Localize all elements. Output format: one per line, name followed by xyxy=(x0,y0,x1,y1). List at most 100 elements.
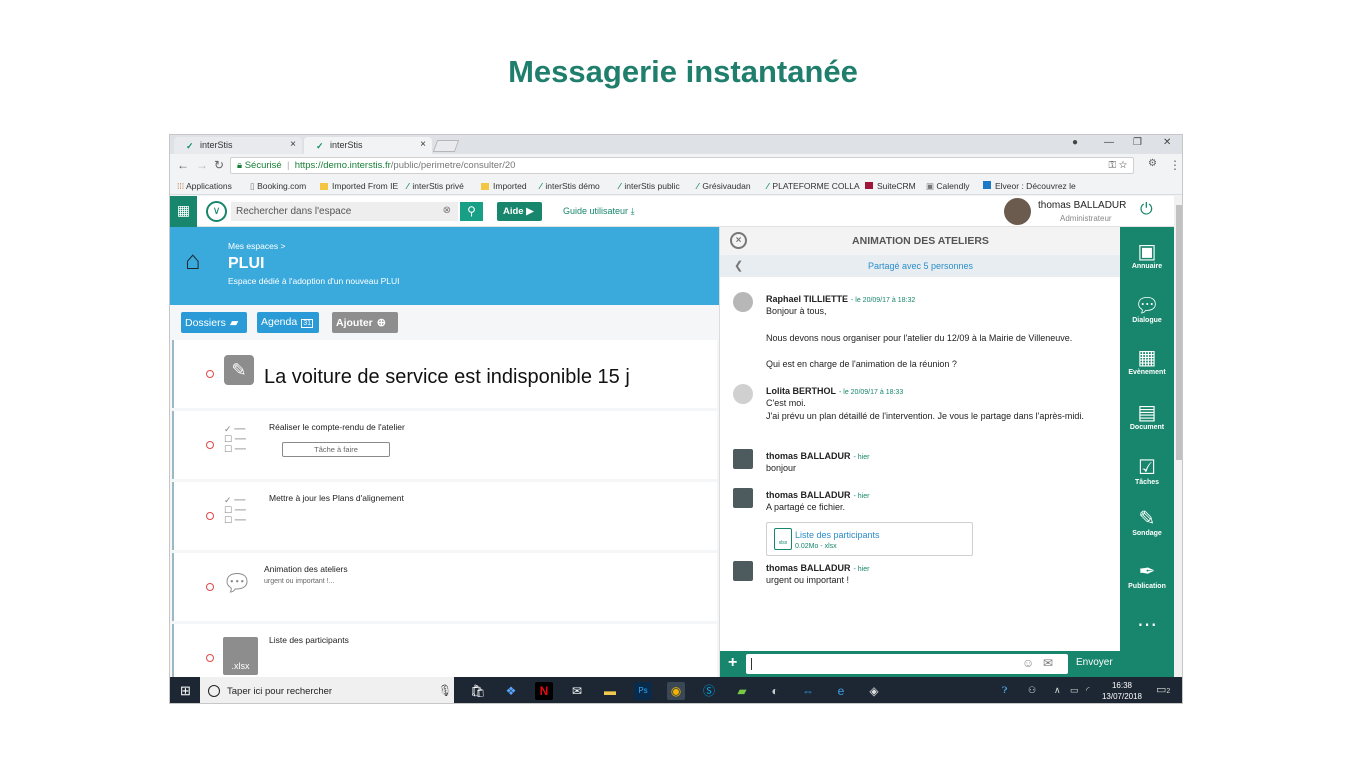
bookmark-item[interactable]: ⁄ interStis public xyxy=(619,181,680,191)
rail-item-dialogue[interactable]: 💬︎ Dialogue xyxy=(1120,293,1174,324)
store-icon[interactable]: 🛍︎ xyxy=(469,682,487,700)
bookmark-item[interactable]: Elveor : Découvrez le xyxy=(983,181,1076,191)
rail-item-evenement[interactable]: ▦ Evènement xyxy=(1120,345,1174,376)
bookmark-item[interactable]: SuiteCRM xyxy=(865,181,916,191)
clear-search-icon[interactable]: ⊗ xyxy=(443,205,451,216)
reload-icon[interactable]: ↻ xyxy=(214,158,224,172)
file-explorer-icon[interactable]: ▬ xyxy=(601,682,619,700)
photoshop-icon[interactable]: Ps xyxy=(634,682,652,700)
user-name[interactable]: thomas BALLADUR xyxy=(1038,200,1126,211)
app-icon[interactable]: ◐ xyxy=(766,682,784,700)
bookmark-apps[interactable]: ⁞⁞⁞ Applications xyxy=(177,181,232,191)
bookmark-item[interactable]: ⁄ PLATEFORME COLLA xyxy=(767,181,860,191)
bookmark-item[interactable]: ⁄ interStis démo xyxy=(540,181,600,191)
chrome-icon[interactable]: ◉ xyxy=(667,682,685,700)
dialog-title: Animation des ateliers xyxy=(264,564,348,574)
bookmark-item[interactable]: ⁄ interStis privé xyxy=(407,181,464,191)
new-tab-button[interactable] xyxy=(432,140,460,152)
document-icon: ▤ xyxy=(1137,400,1157,424)
teamviewer-icon[interactable]: ⇔ xyxy=(799,682,817,700)
url-field[interactable]: 🔒︎ Sécurisé | https://demo.interstis.fr/… xyxy=(230,157,1134,174)
help-tray-icon[interactable]: ❓︎ xyxy=(1002,685,1007,696)
taskbar-search[interactable]: Taper ici pour rechercher 🎙︎ xyxy=(200,677,454,703)
message-author: Lolita BERTHOL - le 20/09/17 à 18:33 xyxy=(766,386,904,396)
rail-item-sondage[interactable]: ✎ Sondage xyxy=(1120,506,1174,537)
back-icon[interactable]: ← xyxy=(177,158,189,172)
dropbox-icon[interactable]: ❖ xyxy=(502,682,520,700)
help-button[interactable]: Aide ▶ xyxy=(497,202,542,221)
breadcrumb[interactable]: Mes espaces > xyxy=(228,241,285,251)
app-icon[interactable]: ◈ xyxy=(865,682,883,700)
maximize-icon[interactable]: ❐ xyxy=(1133,137,1142,148)
bookmarks-bar: ⁞⁞⁞ Applications ▯ Booking.com Imported … xyxy=(170,178,1182,195)
battery-icon[interactable]: ▭ xyxy=(1070,685,1079,696)
chevron-up-icon[interactable]: ∧ xyxy=(1054,685,1061,696)
user-guide-link[interactable]: Guide utilisateur ⤓ xyxy=(563,206,635,217)
chrome-menu-icon[interactable]: ⋮ xyxy=(1169,158,1181,172)
bookmark-item[interactable]: ⁄ Grésivaudan xyxy=(697,181,751,191)
clock[interactable]: 16:38 13/07/2018 xyxy=(1100,680,1144,702)
windows-start-icon[interactable]: ⊞ xyxy=(180,683,191,699)
search-input[interactable]: Rechercher dans l'espace ⊗ xyxy=(231,202,458,221)
bookmark-item[interactable]: ▯ Booking.com xyxy=(250,181,306,192)
people-icon[interactable]: ⚇ xyxy=(1028,685,1036,696)
mail-icon[interactable]: ✉ xyxy=(568,682,586,700)
list-item[interactable]: ✓ ── ☐ ── ☐ ── Mettre à jour les Plans d'a… xyxy=(172,482,717,550)
folders-button[interactable]: Dossiers ▰ xyxy=(181,312,247,333)
message-text: C'est moi. xyxy=(766,398,806,408)
add-button[interactable]: Ajouter ⊕ xyxy=(332,312,398,333)
list-item[interactable]: .xlsx Liste des participants xyxy=(172,624,717,677)
task-todo-button[interactable]: Tâche à faire xyxy=(282,442,390,457)
add-attachment-icon[interactable]: + xyxy=(728,654,737,672)
wifi-icon[interactable]: ◜ xyxy=(1086,685,1090,696)
shared-file-card[interactable]: xlsx Liste des participants 0.02Mo - xls… xyxy=(766,522,973,556)
skype-icon[interactable]: Ⓢ xyxy=(700,682,718,700)
rail-item-annuaire[interactable]: ▣ Annuaire xyxy=(1120,239,1174,270)
netflix-icon[interactable]: N xyxy=(535,682,553,700)
rail-item-document[interactable]: ▤ Document xyxy=(1120,400,1174,431)
apps-grid-icon[interactable]: ▦ xyxy=(170,196,197,227)
send-button[interactable]: Envoyer xyxy=(1076,657,1113,668)
notification-count: 2 xyxy=(1166,688,1171,695)
rail-item-publication[interactable]: ✒ Publication xyxy=(1120,559,1174,590)
browser-tab-2[interactable]: ✓ interStis × xyxy=(304,137,432,154)
page-scrollbar-thumb[interactable] xyxy=(1176,205,1182,460)
edge-icon[interactable]: e xyxy=(832,682,850,700)
forward-icon[interactable]: → xyxy=(196,158,208,172)
bookmark-star-icon[interactable]: ⚿ ☆ xyxy=(1108,160,1127,171)
message-time: - hier xyxy=(853,566,870,573)
list-item[interactable]: 💬︎ Animation des ateliers urgent ou impo… xyxy=(172,553,717,621)
window-close-icon[interactable]: ✕ xyxy=(1163,137,1171,148)
avatar[interactable] xyxy=(1004,198,1031,225)
rail-item-more[interactable]: ⋯ xyxy=(1120,612,1174,636)
file-link[interactable]: Liste des participants xyxy=(795,530,880,540)
minimize-icon[interactable]: — xyxy=(1104,137,1114,148)
emoji-icon[interactable]: ☺ xyxy=(1022,656,1034,670)
shared-with-label[interactable]: Partagé avec 5 personnes xyxy=(720,261,1121,271)
avatar xyxy=(733,488,753,508)
mail-icon[interactable]: ✉ xyxy=(1043,656,1053,670)
message-text: bonjour xyxy=(766,463,797,473)
list-item[interactable]: ✎ La voiture de service est indisponible… xyxy=(172,340,717,408)
rail-item-taches[interactable]: ☑ Tâches xyxy=(1120,455,1174,486)
home-icon[interactable]: ⌂ xyxy=(185,245,201,276)
bookmark-folder[interactable]: Imported xyxy=(481,181,527,191)
browser-tab-1[interactable]: ✓ interStis × xyxy=(174,137,302,154)
task-view-icon[interactable]: ⧉ xyxy=(436,682,454,700)
extension-icon[interactable]: ⚙ xyxy=(1148,158,1157,169)
bookmark-item[interactable]: ▣ Calendly xyxy=(926,181,969,192)
profile-icon[interactable]: ● xyxy=(1072,137,1078,148)
list-item[interactable]: ✓ ── ☐ ── ☐ ── Réaliser le compte-rendu de… xyxy=(172,411,717,479)
chat-app-icon[interactable]: ▰ xyxy=(733,682,751,700)
agenda-button[interactable]: Agenda 31 xyxy=(257,312,319,333)
tab-close-icon[interactable]: × xyxy=(290,139,296,150)
search-icon[interactable]: ⚲ xyxy=(460,202,483,221)
clock-time: 16:38 xyxy=(1111,681,1133,690)
notification-icon[interactable]: ▭2 xyxy=(1156,683,1170,696)
tab-close-icon[interactable]: × xyxy=(420,139,426,150)
shared-with-bar[interactable]: ❮ Partagé avec 5 personnes xyxy=(720,255,1121,277)
power-icon[interactable]: ⏻ xyxy=(1140,201,1153,219)
chevron-down-icon[interactable]: ∨ xyxy=(206,201,227,222)
bookmark-folder[interactable]: Imported From IE xyxy=(320,181,398,191)
message-input[interactable]: ☺ ✉ xyxy=(746,654,1068,674)
